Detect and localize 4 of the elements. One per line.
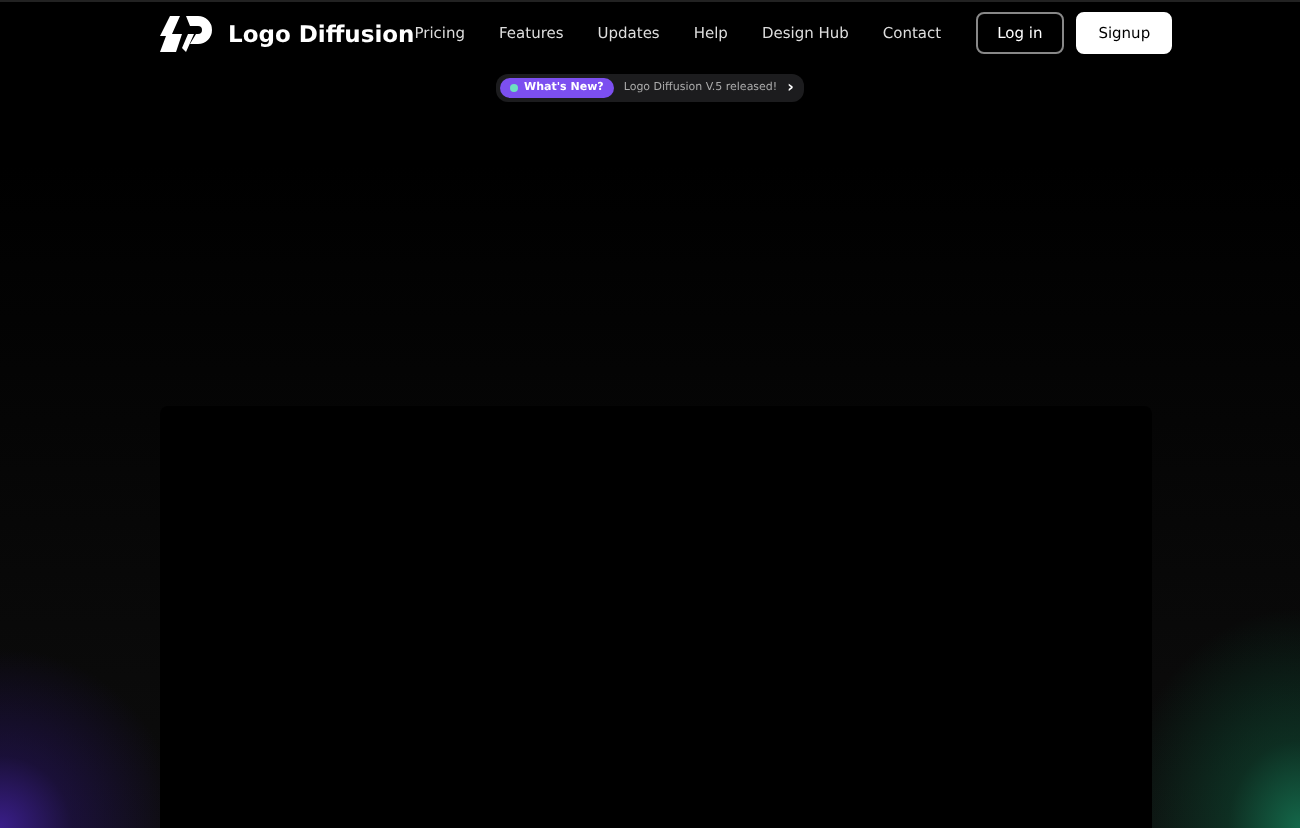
brand-name: Logo Diffusion: [228, 19, 415, 47]
logo-icon: [160, 15, 212, 51]
chevron-icon: ›: [787, 80, 794, 96]
dot-icon: [510, 84, 519, 92]
